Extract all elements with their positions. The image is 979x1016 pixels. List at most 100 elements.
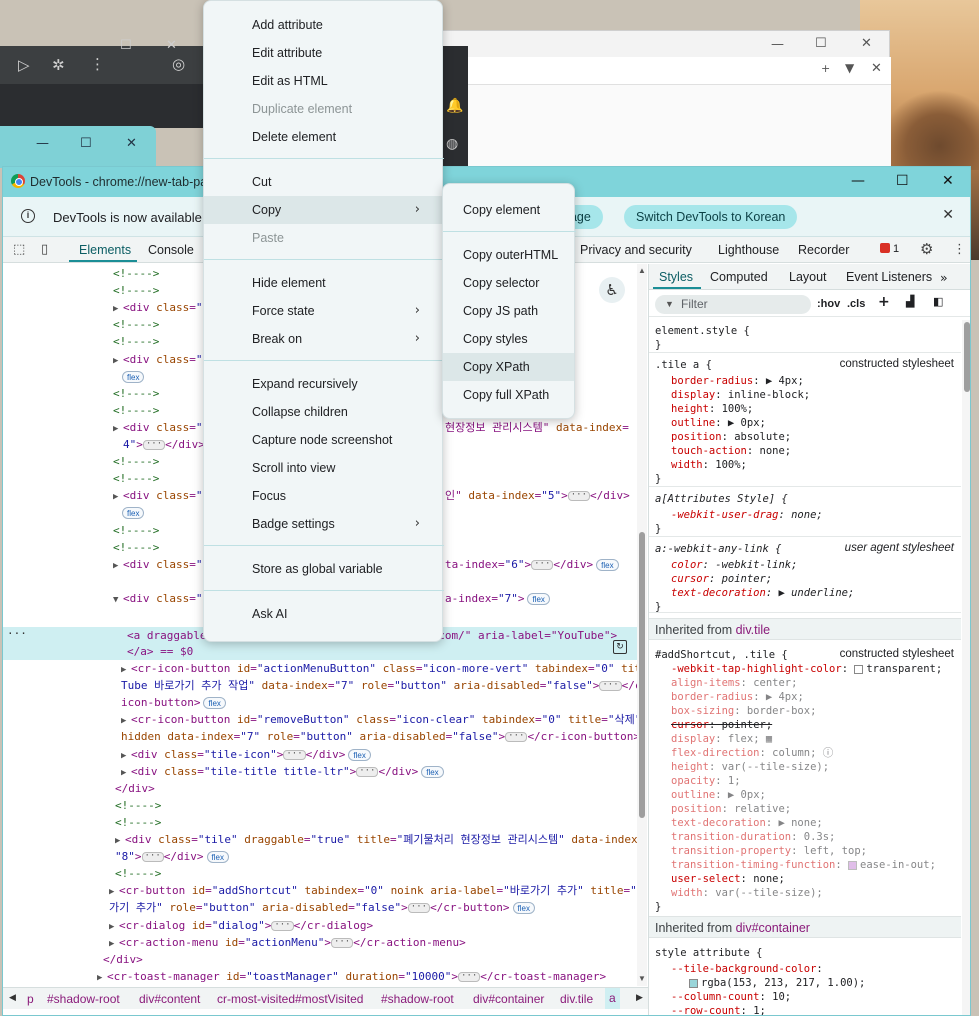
accessibility-tree-icon[interactable]: ♿ [599, 277, 625, 303]
dom-node-line[interactable]: 4"> ··· </div> [123, 437, 205, 453]
crumb-right-icon[interactable]: ▶ [636, 992, 643, 1003]
settings-gear-icon[interactable]: ⚙ [920, 240, 933, 258]
dom-node-line[interactable]: ▼<div class="ti [113, 591, 216, 607]
css-declaration[interactable]: a[Attributes Style] { [655, 492, 788, 506]
dom-node-fragment[interactable]: ta-index="6"> ··· </div> flex [445, 557, 619, 573]
submenu-item-copy-element[interactable]: Copy element [443, 196, 574, 224]
css-declaration[interactable]: transition-duration: 0.3s; [671, 830, 835, 844]
dom-node-line[interactable]: <!----> [113, 471, 159, 487]
css-declaration[interactable]: text-decoration: ▶ none; [671, 816, 823, 830]
flex-badge[interactable]: flex [119, 369, 145, 385]
dom-node-line[interactable]: ▶ <cr-button id="addShortcut" tabindex="0… [109, 883, 637, 899]
dom-node-line[interactable]: <!----> [115, 798, 161, 814]
close-button[interactable]: ✕ [942, 173, 954, 189]
css-declaration[interactable]: user-select: none; [671, 872, 785, 886]
breadcrumb-item[interactable]: #shadow-root [47, 992, 120, 1006]
dom-node-line[interactable]: <!----> [113, 523, 159, 539]
dom-node-line[interactable]: ▶<div class="ti [113, 557, 216, 573]
scroll-down-icon[interactable]: ▼ [638, 974, 646, 983]
dom-node-line[interactable]: <!----> [115, 815, 161, 831]
more-vert-icon[interactable]: ⋮ [953, 242, 966, 257]
menu-item-break-on[interactable]: Break on › [204, 325, 442, 353]
tab-styles[interactable]: Styles [659, 270, 693, 284]
breadcrumb-item[interactable]: div.tile [560, 992, 593, 1006]
toggle-sidebar-icon[interactable]: ◧ [933, 295, 943, 308]
css-declaration[interactable]: .tile a { [655, 358, 712, 372]
css-declaration[interactable]: box-sizing: border-box; [671, 704, 816, 718]
menu-item-copy[interactable]: Copy › [204, 196, 442, 224]
dom-node-line[interactable]: <!----> [113, 540, 159, 556]
dom-node-line[interactable]: ▶ <div class="tile-title title-ltr"> ··· </… [121, 764, 444, 780]
css-declaration[interactable]: cursor: pointer; [671, 572, 772, 586]
css-declaration[interactable]: -webkit-user-drag: none; [671, 508, 823, 522]
submenu-item-copy-styles[interactable]: Copy styles [443, 325, 574, 353]
submenu-item-copy-outerhtml[interactable]: Copy outerHTML [443, 241, 574, 269]
dom-node-fragment[interactable]: a-index="7"> flex [445, 591, 550, 607]
tab-layout[interactable]: Layout [789, 270, 827, 284]
menu-item-store-as-global-variable[interactable]: Store as global variable [204, 555, 442, 583]
breadcrumb-item[interactable]: div#content [139, 992, 200, 1006]
close-infobar-icon[interactable]: ✕ [942, 207, 954, 223]
submenu-item-copy-full-xpath[interactable]: Copy full XPath [443, 381, 574, 409]
css-declaration[interactable]: width: 100%; [671, 458, 747, 472]
dom-node-line[interactable]: <!----> [115, 866, 161, 882]
dom-node-line[interactable]: Tube 바로가기 추가 작업" data-index="7" role="bu… [121, 678, 637, 694]
css-declaration[interactable]: element.style { [655, 324, 750, 338]
filter-input[interactable]: Filter [655, 295, 811, 314]
reveal-icon[interactable]: ↻ [613, 640, 627, 654]
dom-node-line[interactable]: ▶ <div class="tile-icon"> ··· </div> flex [121, 747, 371, 763]
dom-node-line[interactable]: <!----> [113, 334, 159, 350]
css-declaration[interactable]: position: relative; [671, 802, 791, 816]
css-declaration[interactable]: } [655, 472, 661, 486]
css-declaration[interactable]: transition-timing-function: ease-in-out; [671, 858, 936, 872]
submenu-item-copy-selector[interactable]: Copy selector [443, 269, 574, 297]
dom-node-line[interactable]: </div> [115, 781, 155, 797]
menu-item-add-attribute[interactable]: Add attribute [204, 11, 442, 39]
maximize-button[interactable]: ☐ [896, 173, 909, 189]
menu-item-edit-attribute[interactable]: Edit attribute [204, 39, 442, 67]
dom-node-line[interactable]: ▶ <cr-action-menu id="actionMenu"> ··· </cr… [109, 935, 466, 951]
stylesheet-source-link[interactable]: constructed stylesheet [840, 358, 954, 370]
menu-item-hide-element[interactable]: Hide element [204, 269, 442, 297]
css-declaration[interactable]: display: inline-block; [671, 388, 810, 402]
menu-item-force-state[interactable]: Force state › [204, 297, 442, 325]
submenu-item-copy-js-path[interactable]: Copy JS path [443, 297, 574, 325]
tab-lighthouse[interactable]: Lighthouse [718, 243, 779, 257]
dom-node-line[interactable]: <!----> [113, 317, 159, 333]
new-rule-icon[interactable]: + [878, 294, 890, 310]
breadcrumb-item[interactable]: div#container [473, 992, 544, 1006]
dom-node-line[interactable]: <!----> [113, 403, 159, 419]
css-declaration[interactable]: color: -webkit-link; [671, 558, 797, 572]
css-declaration[interactable]: -webkit-tap-highlight-color: transparent… [671, 662, 942, 676]
menu-item-edit-as-html[interactable]: Edit as HTML [204, 67, 442, 95]
tab-event-listeners[interactable]: Event Listeners [846, 270, 932, 284]
css-declaration[interactable]: align-items: center; [671, 676, 797, 690]
css-declaration[interactable]: text-decoration: ▶ underline; [671, 586, 854, 600]
dom-node-fragment[interactable]: 인" data-index="5"> ··· </div> [445, 488, 630, 504]
paint-brush-icon[interactable]: ▟ [906, 295, 914, 308]
css-declaration[interactable]: opacity: 1; [671, 774, 741, 788]
dom-node-line[interactable]: ▶ <cr-icon-button id="removeButton" class… [121, 712, 637, 728]
css-declaration[interactable]: border-radius: ▶ 4px; [671, 374, 804, 388]
submenu-item-copy-xpath[interactable]: Copy XPath [443, 353, 574, 381]
css-declaration[interactable]: height: 100%; [671, 402, 753, 416]
tab-recorder[interactable]: Recorder [798, 243, 849, 257]
css-declaration[interactable]: flex-direction: column; ⓘ [671, 746, 833, 760]
scrollbar-thumb[interactable] [964, 322, 970, 392]
menu-item-focus[interactable]: Focus [204, 482, 442, 510]
css-declaration[interactable]: outline: ▶ 0px; [671, 788, 766, 802]
dom-node-line[interactable]: ▶ <cr-icon-button id="actionMenuButton" c… [121, 661, 637, 677]
breadcrumb-item[interactable]: cr-most-visited#mostVisited [217, 992, 363, 1006]
menu-item-cut[interactable]: Cut [204, 168, 442, 196]
selected-node-close-tag[interactable]: </a> == $0 [127, 644, 193, 660]
menu-item-capture-node-screenshot[interactable]: Capture node screenshot [204, 426, 442, 454]
styles-scrollbar[interactable] [962, 320, 970, 1015]
node-ellipsis-icon[interactable]: ··· [7, 627, 27, 640]
scroll-up-icon[interactable]: ▲ [638, 266, 646, 275]
menu-item-duplicate-element[interactable]: Duplicate element [204, 95, 442, 123]
tab-privacy-security[interactable]: Privacy and security [580, 243, 692, 257]
css-declaration[interactable]: transition-property: left, top; [671, 844, 867, 858]
dom-node-line[interactable]: ▶ <div class="tile" draggable="true" titl… [115, 832, 637, 848]
css-declaration[interactable]: position: absolute; [671, 430, 791, 444]
css-declaration[interactable]: --row-count: 1; [671, 1004, 766, 1015]
